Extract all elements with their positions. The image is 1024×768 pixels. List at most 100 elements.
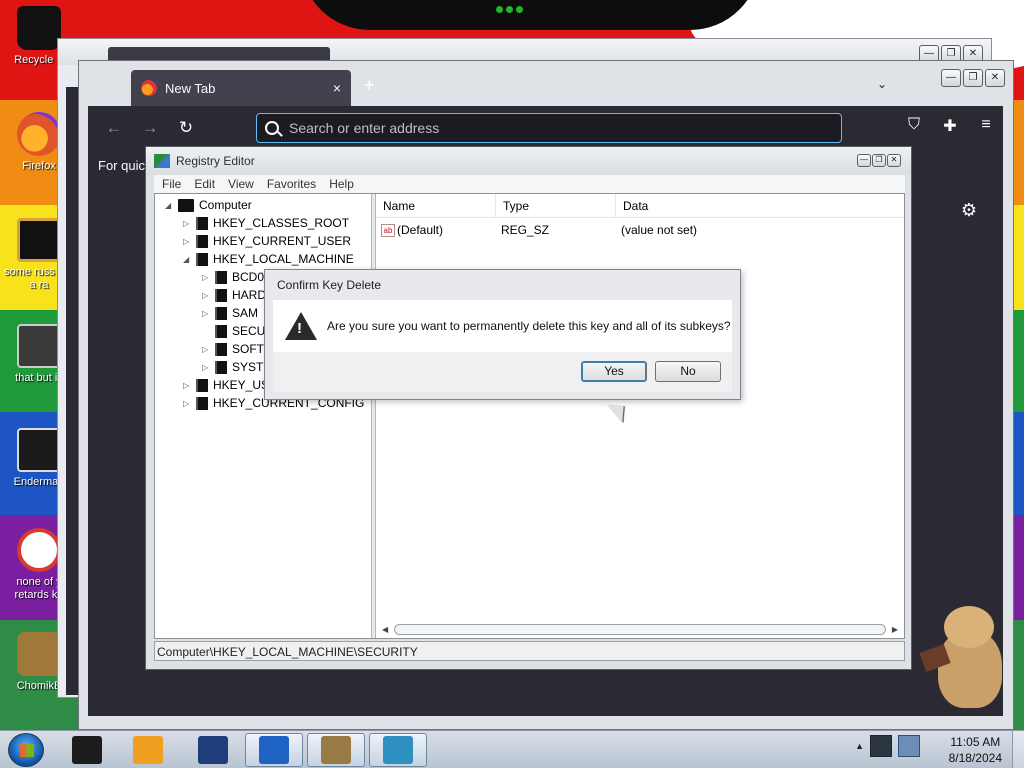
wallpaper-green-dots	[496, 6, 526, 18]
status-bar-path: Computer\HKEY_LOCAL_MACHINE\SECURITY	[154, 641, 905, 661]
menu-icon[interactable]: ≡	[975, 116, 997, 136]
gear-icon[interactable]: ⚙	[961, 200, 977, 221]
yes-button[interactable]: Yes	[581, 361, 647, 382]
registry-editor-body: ◢ Computer ▷ HKEY_CLASSES_ROOT ▷ HKEY_CU…	[154, 193, 905, 639]
menu-edit[interactable]: Edit	[194, 177, 215, 191]
collapse-arrow-icon[interactable]: ◢	[183, 255, 191, 264]
folder-icon	[196, 234, 208, 248]
computer-icon	[178, 198, 194, 212]
column-header-type[interactable]: Type	[496, 194, 616, 218]
new-tab-button[interactable]: +	[364, 75, 375, 96]
table-row[interactable]: ab (Default) REG_SZ (value not set)	[376, 220, 904, 240]
show-hidden-icons-icon[interactable]: ▲	[855, 741, 864, 751]
list-all-tabs-button[interactable]: ⌄	[877, 77, 887, 91]
registry-editor-icon	[154, 154, 170, 168]
taskbar-item-blue-app[interactable]	[245, 733, 303, 767]
expand-arrow-icon[interactable]: ▷	[183, 399, 191, 408]
stacked-windows-icon	[17, 324, 61, 368]
search-icon	[265, 121, 279, 135]
tree-item-hkey-current-user[interactable]: ▷ HKEY_CURRENT_USER	[183, 232, 351, 250]
maximize-button[interactable]: ❐	[872, 154, 886, 167]
registry-editor-window: Registry Editor — ❐ ✕ File Edit View Fav…	[145, 146, 912, 670]
taskbar-item-media-player[interactable]	[119, 733, 177, 767]
menu-favorites[interactable]: Favorites	[267, 177, 316, 191]
tree-item-label: SOFT	[232, 342, 264, 356]
dialog-title: Confirm Key Delete	[277, 278, 382, 292]
minimize-button[interactable]: —	[857, 154, 871, 167]
minimize-button[interactable]: —	[941, 69, 961, 87]
scroll-right-icon[interactable]: ▶	[892, 625, 898, 634]
system-tray: ▲	[855, 735, 920, 757]
dark-app-icon	[72, 736, 102, 764]
show-desktop-button[interactable]	[1012, 731, 1024, 768]
start-button[interactable]	[8, 733, 44, 767]
column-header-data[interactable]: Data	[616, 194, 904, 218]
address-bar[interactable]	[256, 113, 842, 143]
tab-new-tab[interactable]: New Tab ×	[131, 70, 351, 106]
taskbar-item-chomikbox[interactable]	[307, 733, 365, 767]
menu-help[interactable]: Help	[329, 177, 354, 191]
clock[interactable]: 11:05 AM 8/18/2024	[949, 734, 1002, 766]
dialog-message: Are you sure you want to permanently del…	[327, 319, 731, 333]
horizontal-scrollbar[interactable]: ◀ ▶	[382, 622, 898, 636]
close-button[interactable]: ✕	[887, 154, 901, 167]
tree-item-label: HARD	[232, 288, 267, 302]
scroll-left-icon[interactable]: ◀	[382, 625, 388, 634]
folder-icon	[215, 270, 227, 284]
taskbar-item-registry-editor[interactable]	[369, 733, 427, 767]
maximize-button[interactable]: ❐	[963, 69, 983, 87]
tree-item-computer[interactable]: ◢ Computer	[165, 196, 252, 214]
folder-icon	[215, 342, 227, 356]
expand-arrow-icon[interactable]: ▷	[183, 381, 191, 390]
close-button[interactable]: ✕	[985, 69, 1005, 87]
tree-item-bcd[interactable]: ▷ BCD0	[202, 268, 264, 286]
list-header: Name Type Data	[376, 194, 904, 218]
key-tree: ◢ Computer ▷ HKEY_CLASSES_ROOT ▷ HKEY_CU…	[155, 194, 371, 638]
volume-icon[interactable]	[898, 735, 920, 757]
navigation-toolbar: ← → ↻ ⛉ ✚ ≡	[88, 106, 1003, 150]
expand-arrow-icon[interactable]: ▷	[202, 345, 210, 354]
url-input[interactable]	[289, 120, 789, 136]
taskbar-item-firefox[interactable]	[184, 733, 242, 767]
reload-button[interactable]: ↻	[168, 118, 204, 138]
value-type: REG_SZ	[501, 223, 550, 237]
value-name: (Default)	[397, 223, 444, 237]
expand-arrow-icon[interactable]: ◢	[165, 201, 173, 210]
pocket-icon[interactable]: ⛉	[903, 116, 925, 136]
back-button[interactable]: ←	[96, 118, 132, 138]
expand-arrow-icon[interactable]: ▷	[183, 237, 191, 246]
expand-arrow-icon[interactable]: ▷	[202, 273, 210, 282]
hamster-mascot	[919, 604, 1008, 710]
no-button[interactable]: No	[655, 361, 721, 382]
column-header-name[interactable]: Name	[376, 194, 496, 218]
close-tab-icon[interactable]: ×	[333, 80, 341, 96]
expand-arrow-icon[interactable]: ▷	[183, 219, 191, 228]
expand-arrow-icon[interactable]: ▷	[202, 291, 210, 300]
folder-icon	[215, 360, 227, 374]
forward-button[interactable]: →	[132, 118, 168, 138]
tree-item-sam[interactable]: ▷ SAM	[202, 304, 258, 322]
expand-arrow-icon[interactable]: ▷	[202, 363, 210, 372]
toolbar-actions: ⛉ ✚ ≡	[903, 116, 997, 136]
tree-item-hkey-users[interactable]: ▷ HKEY_US	[183, 376, 269, 394]
extensions-icon[interactable]: ✚	[939, 116, 961, 136]
tree-item-label: SECU	[232, 324, 266, 338]
folder-icon	[196, 378, 208, 392]
folder-icon	[215, 306, 227, 320]
expand-arrow-icon[interactable]: ▷	[202, 309, 210, 318]
wallpaper-dark-shape	[300, 0, 760, 30]
hamster-box-icon	[17, 632, 61, 676]
tree-item-hardware[interactable]: ▷ HARD	[202, 286, 266, 304]
taskbar-item-dark-app[interactable]	[58, 733, 116, 767]
tree-item-software[interactable]: ▷ SOFT	[202, 340, 264, 358]
tree-item-security[interactable]: SECU	[202, 322, 265, 340]
registry-editor-titlebar: Registry Editor	[146, 147, 911, 175]
tree-item-hkey-classes-root[interactable]: ▷ HKEY_CLASSES_ROOT	[183, 214, 349, 232]
network-icon[interactable]	[870, 735, 892, 757]
scrollbar-thumb[interactable]	[394, 623, 886, 635]
menu-view[interactable]: View	[228, 177, 254, 191]
menu-file[interactable]: File	[162, 177, 181, 191]
tree-item-system[interactable]: ▷ SYSTE	[202, 358, 271, 376]
dialog-button-bar: Yes No	[273, 352, 732, 392]
tree-item-hkey-local-machine[interactable]: ◢ HKEY_LOCAL_MACHINE	[183, 250, 354, 268]
